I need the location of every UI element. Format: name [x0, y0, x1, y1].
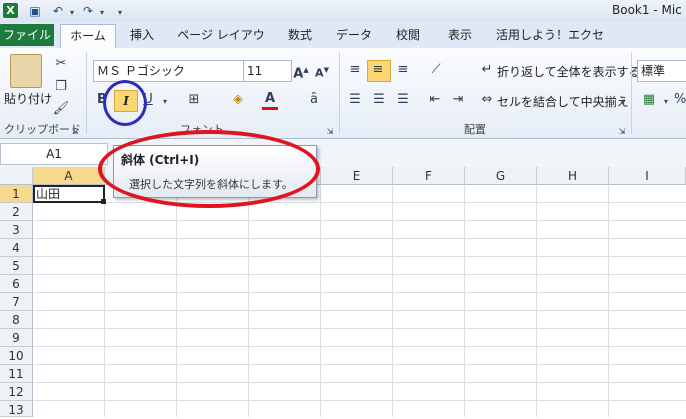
align-bottom-icon[interactable]: ≡ [394, 61, 412, 79]
gridline [464, 185, 465, 417]
gridline [320, 185, 321, 417]
borders-icon[interactable]: ⊞ [184, 91, 204, 109]
row-header[interactable]: 2 [0, 203, 33, 221]
row-header[interactable]: 13 [0, 401, 33, 417]
align-top-icon[interactable]: ≡ [346, 61, 364, 79]
cell-a1[interactable]: 山田 [33, 185, 105, 203]
gridline [248, 185, 249, 417]
wrap-text-icon[interactable]: ↵ [479, 61, 495, 79]
decrease-indent-icon[interactable]: ⇤ [426, 91, 444, 109]
group-divider [631, 52, 632, 134]
column-header[interactable]: G [465, 167, 537, 185]
red-annotation-ellipse [98, 130, 320, 208]
name-box[interactable]: A1 [0, 143, 108, 165]
gridline [608, 185, 609, 417]
format-painter-icon[interactable]: 🖌 [52, 100, 70, 118]
align-right-icon[interactable]: ☰ [394, 91, 412, 109]
tab-review[interactable]: 校閲 [390, 24, 426, 46]
align-left-icon[interactable]: ☰ [346, 91, 364, 109]
window-title: Book1 - Mic [612, 3, 682, 17]
row-header[interactable]: 12 [0, 383, 33, 401]
cut-icon[interactable]: ✂ [52, 55, 70, 73]
select-all-corner[interactable] [0, 167, 33, 185]
row-header[interactable]: 6 [0, 275, 33, 293]
redo-dropdown-icon[interactable]: ▾ [94, 3, 110, 19]
tab-insert[interactable]: 挿入 [122, 24, 162, 46]
merge-center-icon[interactable]: ⇔ [479, 91, 495, 109]
gridline [33, 364, 686, 365]
alignment-group-label: 配置 [464, 123, 486, 136]
gridline [33, 274, 686, 275]
group-divider [339, 52, 340, 134]
gridline [33, 220, 686, 221]
currency-format-icon[interactable]: ▦ [639, 91, 659, 109]
excel-logo-icon[interactable]: X [3, 3, 18, 18]
row-header[interactable]: 9 [0, 329, 33, 347]
gridline [33, 328, 686, 329]
gridline [33, 382, 686, 383]
tab-data[interactable]: データ [332, 24, 376, 46]
column-header[interactable]: A [33, 167, 105, 185]
customize-qat-icon[interactable]: ▾ [112, 3, 128, 19]
grow-font-icon[interactable]: A▲ [292, 61, 310, 83]
gridline [536, 185, 537, 417]
currency-dropdown-icon[interactable]: ▾ [661, 92, 671, 111]
paste-button-label[interactable]: 貼り付け [4, 90, 52, 107]
column-header[interactable]: F [393, 167, 465, 185]
column-header[interactable]: E [321, 167, 393, 185]
gridline [33, 310, 686, 311]
column-header[interactable]: I [609, 167, 686, 185]
font-size-select[interactable]: 11 [243, 60, 292, 82]
font-color-button[interactable]: A [262, 90, 278, 110]
gridline [33, 256, 686, 257]
gridline [33, 292, 686, 293]
row-header[interactable]: 10 [0, 347, 33, 365]
tab-view[interactable]: 表示 [442, 24, 478, 46]
font-name-select[interactable]: ＭＳ Ｐゴシック [93, 60, 244, 82]
gridline [176, 185, 177, 417]
gridline [33, 238, 686, 239]
fill-handle[interactable] [101, 199, 106, 204]
merge-dropdown-icon[interactable]: ▾ [618, 93, 628, 112]
orientation-icon[interactable]: ⟋ [424, 61, 448, 79]
copy-icon[interactable]: ❐ [52, 78, 70, 96]
merge-center-button[interactable]: セルを結合して中央揃え [497, 93, 629, 110]
gridline [33, 202, 686, 203]
align-middle-icon: ≡ [372, 62, 384, 77]
fill-color-icon[interactable]: ◈ [228, 91, 248, 109]
row-header[interactable]: 7 [0, 293, 33, 311]
row-header[interactable]: 4 [0, 239, 33, 257]
phonetic-guide-icon[interactable]: ȃ [306, 91, 322, 109]
tab-page-layout[interactable]: ページ レイアウト [176, 24, 266, 64]
paste-icon[interactable] [10, 54, 42, 88]
tab-file[interactable]: ファイル [0, 24, 54, 46]
increase-indent-icon[interactable]: ⇥ [449, 91, 467, 109]
blue-annotation-circle [103, 80, 147, 126]
undo-dropdown-icon[interactable]: ▾ [64, 3, 80, 19]
column-header[interactable]: H [537, 167, 609, 185]
tab-formulas[interactable]: 数式 [282, 24, 318, 46]
tab-home[interactable]: ホーム [60, 24, 116, 49]
tab-excel-tips[interactable]: 活用しよう！エクセル [496, 24, 604, 64]
gridline [392, 185, 393, 417]
row-header[interactable]: 5 [0, 257, 33, 275]
group-divider [86, 52, 87, 134]
percent-style-button[interactable]: % [674, 91, 686, 109]
underline-dropdown-icon[interactable]: ▾ [160, 92, 170, 111]
gridline [104, 185, 105, 417]
row-header[interactable]: 1 [0, 185, 33, 203]
number-format-select[interactable]: 標準 [637, 60, 686, 82]
row-header[interactable]: 11 [0, 365, 33, 383]
wrap-text-button[interactable]: 折り返して全体を表示する [497, 63, 641, 80]
save-icon[interactable]: ▣ [27, 3, 43, 19]
shrink-font-icon[interactable]: A▼ [313, 61, 331, 83]
gridline [33, 346, 686, 347]
row-header[interactable]: 8 [0, 311, 33, 329]
gridline [33, 400, 686, 401]
align-center-icon[interactable]: ☰ [370, 91, 388, 109]
row-header[interactable]: 3 [0, 221, 33, 239]
